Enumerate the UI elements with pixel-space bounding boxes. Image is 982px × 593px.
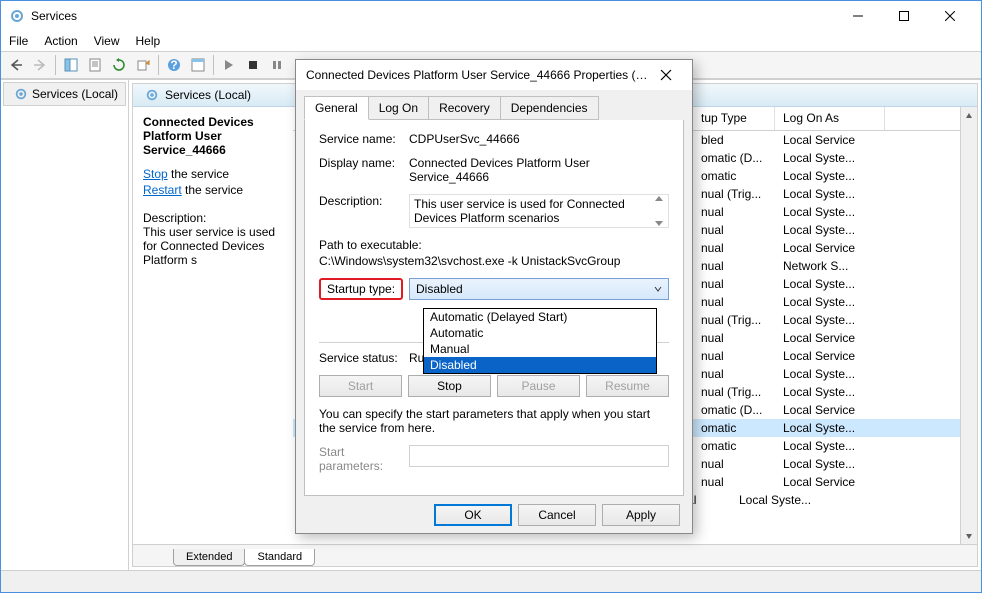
tab-dependencies[interactable]: Dependencies: [500, 96, 599, 120]
resume-button: Resume: [586, 375, 669, 397]
menu-action[interactable]: Action: [44, 34, 77, 48]
back-button[interactable]: [5, 54, 27, 76]
display-name-value: Connected Devices Platform User Service_…: [409, 156, 669, 184]
forward-button[interactable]: [29, 54, 51, 76]
dialog-title: Connected Devices Platform User Service_…: [306, 68, 650, 82]
service-name-value: CDPUserSvc_44666: [409, 132, 669, 146]
startup-type-dropdown[interactable]: Automatic (Delayed Start) Automatic Manu…: [423, 308, 657, 374]
pause-service-button[interactable]: [266, 54, 288, 76]
minimize-button[interactable]: [835, 1, 881, 31]
tab-standard[interactable]: Standard: [244, 549, 315, 566]
service-status-label: Service status:: [319, 351, 409, 365]
startup-type-combo[interactable]: Disabled: [409, 278, 669, 300]
dialog-tabs: General Log On Recovery Dependencies: [296, 90, 692, 120]
menu-bar: File Action View Help: [1, 31, 981, 51]
cancel-button[interactable]: Cancel: [518, 504, 596, 526]
extended-description-pane: Connected Devices Platform User Service_…: [133, 107, 293, 544]
menu-file[interactable]: File: [9, 34, 28, 48]
window-titlebar: Services: [1, 1, 981, 31]
scroll-up-icon[interactable]: [654, 195, 664, 203]
scroll-down-icon[interactable]: [654, 219, 664, 227]
maximize-button[interactable]: [881, 1, 927, 31]
tab-extended[interactable]: Extended: [173, 549, 245, 566]
tab-general[interactable]: General: [304, 96, 369, 120]
stop-service-button[interactable]: [242, 54, 264, 76]
opt-automatic[interactable]: Automatic: [424, 325, 656, 341]
help-button[interactable]: ?: [163, 54, 185, 76]
tab-recovery[interactable]: Recovery: [428, 96, 501, 120]
svg-text:?: ?: [170, 58, 177, 72]
status-bar: [1, 570, 981, 592]
chevron-down-icon: [654, 285, 662, 293]
console-tree[interactable]: Services (Local): [1, 80, 129, 570]
pause-button: Pause: [497, 375, 580, 397]
opt-disabled[interactable]: Disabled: [424, 357, 656, 373]
tab-logon[interactable]: Log On: [368, 96, 429, 120]
tree-node-services-local[interactable]: Services (Local): [3, 82, 126, 106]
dialog-close-button[interactable]: [650, 60, 682, 90]
ok-button[interactable]: OK: [434, 504, 512, 526]
description-box[interactable]: This user service is used for Connected …: [409, 194, 669, 228]
services-icon: [9, 8, 25, 24]
apply-button[interactable]: Apply: [602, 504, 680, 526]
path-value: C:\Windows\system32\svchost.exe -k Unist…: [319, 254, 669, 268]
show-hide-tree-button[interactable]: [60, 54, 82, 76]
scroll-up-icon[interactable]: [961, 107, 977, 124]
window-title: Services: [31, 9, 835, 23]
stop-link[interactable]: Stop: [143, 167, 168, 181]
opt-manual[interactable]: Manual: [424, 341, 656, 357]
menu-view[interactable]: View: [94, 34, 120, 48]
refresh-button[interactable]: [108, 54, 130, 76]
start-button: Start: [319, 375, 402, 397]
start-params-hint: You can specify the start parameters tha…: [319, 407, 669, 435]
view-tabs: Extended Standard: [133, 544, 977, 566]
vertical-scrollbar[interactable]: [960, 107, 977, 544]
col-startup-type[interactable]: tup Type: [693, 107, 775, 130]
dialog-titlebar: Connected Devices Platform User Service_…: [296, 60, 692, 90]
col-logon-as[interactable]: Log On As: [775, 107, 885, 130]
gear-icon: [145, 88, 159, 102]
start-params-label: Start parameters:: [319, 445, 409, 473]
tree-node-label: Services (Local): [32, 87, 118, 101]
start-service-button[interactable]: [218, 54, 240, 76]
restart-link[interactable]: Restart: [143, 183, 182, 197]
description-text: This user service is used for Connected …: [143, 225, 283, 267]
scroll-down-icon[interactable]: [961, 527, 977, 544]
description-label: Description:: [319, 194, 409, 208]
start-params-input: [409, 445, 669, 467]
pane-header-text: Services (Local): [165, 88, 251, 102]
startup-type-label: Startup type:: [319, 278, 403, 300]
selected-service-name: Connected Devices Platform User Service_…: [143, 115, 283, 157]
properties-button[interactable]: [84, 54, 106, 76]
action-pane-button[interactable]: [187, 54, 209, 76]
path-label: Path to executable:: [319, 238, 669, 252]
opt-auto-delayed[interactable]: Automatic (Delayed Start): [424, 309, 656, 325]
menu-help[interactable]: Help: [136, 34, 161, 48]
stop-button[interactable]: Stop: [408, 375, 491, 397]
description-header: Description:: [143, 211, 283, 225]
close-button[interactable]: [927, 1, 973, 31]
service-name-label: Service name:: [319, 132, 409, 146]
export-button[interactable]: [132, 54, 154, 76]
display-name-label: Display name:: [319, 156, 409, 170]
properties-dialog: Connected Devices Platform User Service_…: [295, 59, 693, 534]
